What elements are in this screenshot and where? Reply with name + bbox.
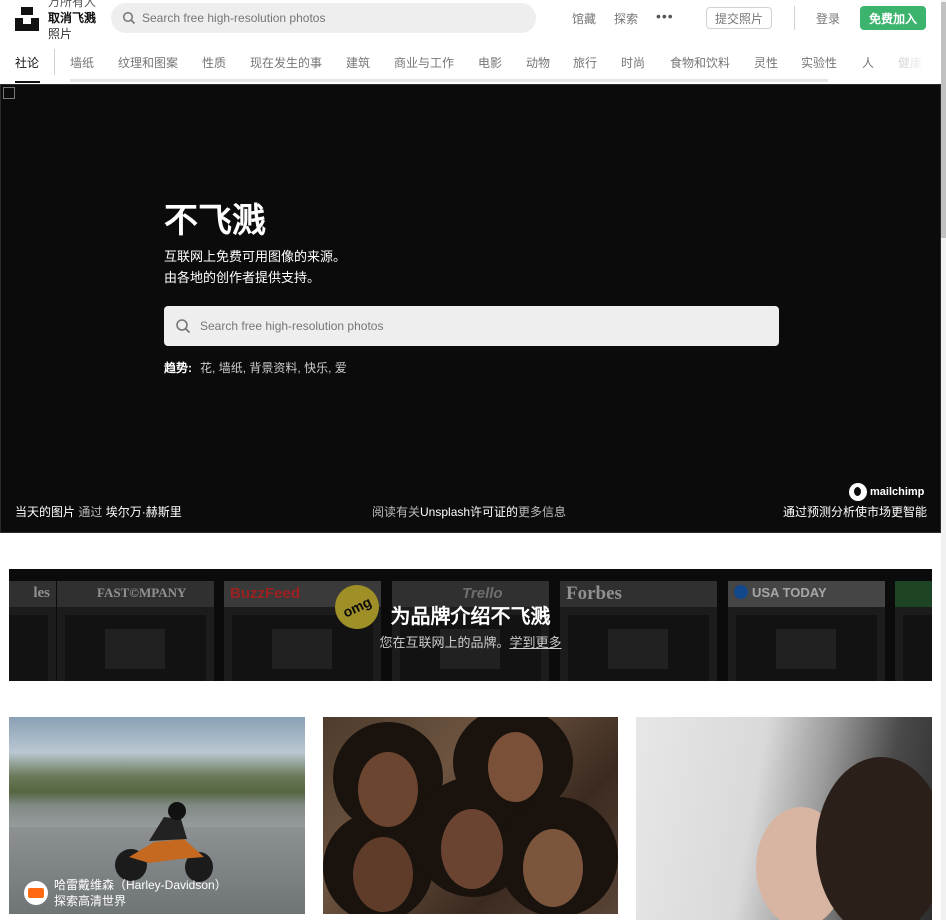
credit-subtitle: 探索高清世界 (54, 894, 127, 908)
search-icon[interactable] (175, 318, 191, 334)
trending-link[interactable]: 快乐 (304, 361, 328, 375)
license-post[interactable]: 更多信息 (518, 505, 566, 519)
learn-more-link[interactable]: 学到更多 (510, 635, 562, 650)
tabs-scrollbar[interactable] (70, 79, 828, 82)
trending-searches: 趋势: 花, 墙纸, 背景资料, 快乐, 爱 (164, 361, 347, 375)
harley-davidson-avatar (24, 881, 48, 905)
brand-line-2: 取消飞溅 (48, 11, 97, 25)
license-info: 阅读有关Unsplash许可证的更多信息 (372, 503, 566, 520)
trending-link[interactable]: 花 (200, 361, 212, 375)
tab-travel[interactable]: 旅行 (573, 54, 597, 71)
page-scrollbar[interactable] (941, 0, 946, 920)
submit-photo-button[interactable]: 提交照片 (706, 7, 772, 29)
trending-link[interactable]: 爱 (335, 361, 347, 375)
license-pre: 阅读有关 (372, 505, 421, 519)
login-link[interactable]: 登录 (816, 10, 840, 27)
nav-collections[interactable]: 馆藏 (572, 10, 596, 27)
tab-architecture[interactable]: 建筑 (346, 54, 370, 71)
tab-business-work[interactable]: 商业与工作 (394, 54, 454, 71)
tab-fashion[interactable]: 时尚 (621, 54, 645, 71)
photo-women-group[interactable] (323, 717, 618, 914)
photo-credit[interactable]: 哈雷戴维森（Harley-Davidson） 探索高清世界 (24, 877, 227, 909)
motorcycle-rider-image (115, 802, 213, 882)
photo-woman-portrait[interactable] (636, 717, 932, 920)
top-navbar: 万所有人 取消飞溅 照片 馆藏 探索 ••• 提交照片 登录 免费加入 (0, 0, 946, 41)
hero-subtitle: 互联网上免费可用图像的来源。 由各地的创作者提供支持。 (164, 246, 346, 288)
broken-image-icon (3, 87, 15, 99)
unsplash-logo-icon[interactable] (15, 7, 39, 31)
tab-nature[interactable]: 性质 (202, 54, 226, 71)
hero-search-input[interactable] (200, 306, 760, 346)
hero-subtitle-line-1: 互联网上免费可用图像的来源。 (164, 249, 347, 264)
header-divider (794, 6, 795, 30)
tab-current-events[interactable]: 现在发生的事 (250, 54, 322, 71)
brand-line-1: 万所有人 (48, 0, 97, 9)
hero-section: 不飞溅 互联网上免费可用图像的来源。 由各地的创作者提供支持。 趋势:花, 墙纸… (0, 84, 941, 533)
photographer-link[interactable]: 埃尔万·赫斯里 (106, 505, 182, 519)
license-link[interactable]: Unsplash许可证的 (420, 505, 518, 519)
category-tabs: 社论 墙纸 纹理和图案 性质 现在发生的事 建筑 商业与工作 电影 动物 旅行 … (0, 45, 946, 83)
active-tab-indicator (15, 81, 40, 83)
sponsor-text[interactable]: 通过预测分析使市场更智能 (783, 503, 927, 520)
tab-experimental[interactable]: 实验性 (801, 54, 837, 71)
nav-explore[interactable]: 探索 (614, 10, 638, 27)
tab-spirituality[interactable]: 灵性 (754, 54, 778, 71)
search-icon[interactable] (122, 11, 136, 25)
mailchimp-icon (849, 483, 867, 501)
sponsor-logo-text: mailchimp (870, 486, 925, 498)
banner-subtitle: 您在互联网上的品牌。学到更多 (9, 632, 932, 651)
hero-subtitle-line-2: 由各地的创作者提供支持。 (164, 270, 321, 285)
banner-subtitle-text: 您在互联网上的品牌。 (379, 635, 510, 650)
join-free-button[interactable]: 免费加入 (860, 6, 926, 30)
hero-search (164, 306, 779, 346)
credit-name: 哈雷戴维森（Harley-Davidson） (54, 878, 227, 892)
tab-food-drink[interactable]: 食物和饮料 (670, 54, 730, 71)
by-label: 通过 (78, 505, 103, 519)
brand-line-3: 照片 (48, 27, 73, 41)
tab-film[interactable]: 电影 (478, 54, 502, 71)
scrollbar-thumb[interactable] (941, 2, 946, 238)
trending-link[interactable]: 背景资料 (249, 361, 297, 375)
header-search (111, 3, 536, 33)
trending-label: 趋势: (164, 361, 192, 375)
photo-of-day-link[interactable]: 当天的图片 (15, 505, 75, 519)
tab-divider (54, 49, 55, 75)
brand-text[interactable]: 万所有人 取消飞溅 照片 (48, 0, 96, 42)
more-menu-icon[interactable]: ••• (656, 8, 674, 24)
banner-title: 为品牌介绍不飞溅 (390, 606, 551, 628)
search-input[interactable] (142, 3, 522, 33)
brands-banner[interactable]: les FAST©MPANY BuzzFeed omg Trello Forbe… (9, 569, 932, 681)
photo-of-day: 当天的图片 通过 埃尔万·赫斯里 (15, 503, 182, 520)
hero-title: 不飞溅 (164, 202, 266, 240)
tab-animals[interactable]: 动物 (526, 54, 550, 71)
tab-people[interactable]: 人 (862, 54, 874, 71)
mailchimp-logo[interactable]: mailchimp (849, 483, 924, 501)
tab-editorial[interactable]: 社论 (15, 54, 39, 71)
tabs-fade (890, 45, 946, 79)
tab-textures[interactable]: 纹理和图案 (118, 54, 178, 71)
tab-wallpapers[interactable]: 墙纸 (70, 54, 94, 71)
trending-link[interactable]: 墙纸 (219, 361, 243, 375)
